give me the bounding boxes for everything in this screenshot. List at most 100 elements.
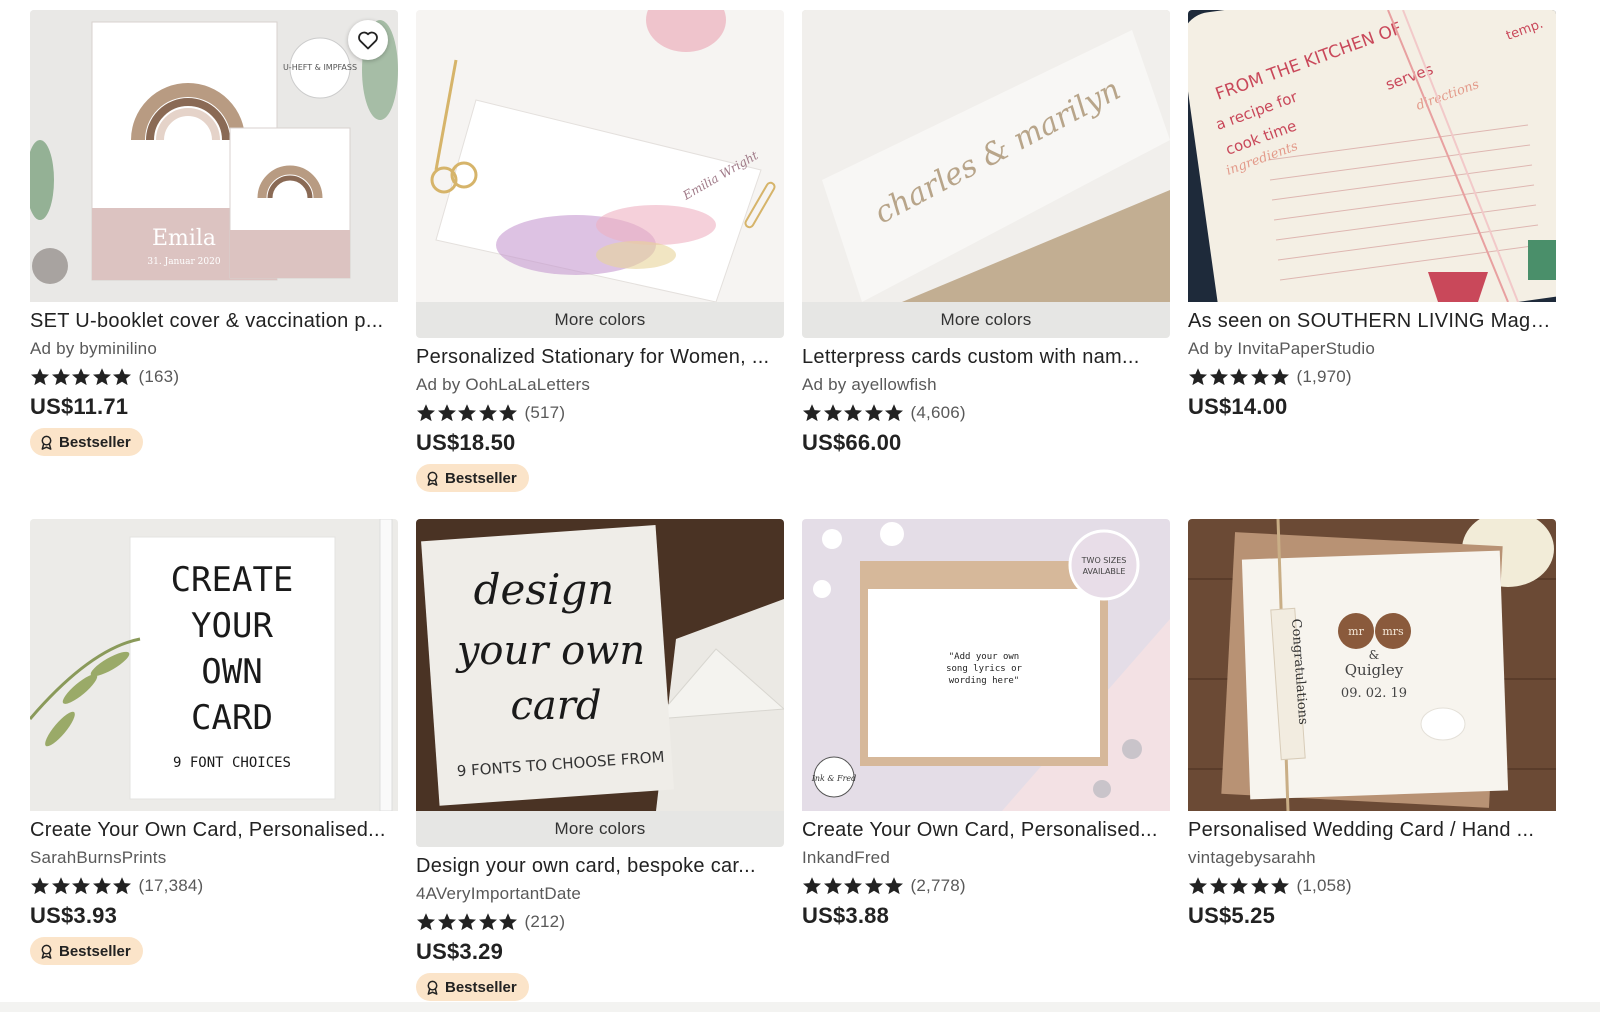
star-icon [478,404,497,422]
star-icon [499,913,517,931]
listing-shop: 4AVeryImportantDate [416,884,582,903]
award-ribbon-icon [41,944,52,959]
image-text-fonts: 9 FONT CHOICES [173,755,291,771]
star-icon [803,404,821,422]
listing-image-art: charles & marilyn [802,10,1170,302]
listing-rating: (17,384) [30,874,398,898]
review-count: (4,606) [910,403,966,422]
listing-title[interactable]: SET U-booklet cover & vaccination p... [30,308,398,334]
review-count: (163) [138,367,180,386]
more-colors-bar[interactable]: More colors [416,811,784,847]
listing-rating: (1,058) [1188,874,1556,898]
listing-title[interactable]: As seen on SOUTHERN LIVING Maga... [1188,308,1556,334]
star-icon [458,913,476,931]
image-text-date: 31. Januar 2020 [147,257,220,267]
star-icon [1189,368,1207,386]
more-colors-bar[interactable]: More colors [416,302,784,338]
star-icon [1189,877,1207,895]
listing-title[interactable]: Create Your Own Card, Personalised... [802,817,1170,843]
listing-card[interactable]: "Add your own song lyrics or wording her… [802,519,1170,929]
heart-outline-icon [358,31,378,50]
award-ribbon-icon [427,471,438,486]
listing-card[interactable]: Emila 31. Januar 2020 U-HEFT & IMPFASS S… [30,10,398,456]
listing-shop: InkandFred [802,848,890,867]
image-text-tag: U-HEFT & IMPFASS [283,63,357,72]
listing-image[interactable]: Emila 31. Januar 2020 U-HEFT & IMPFASS [30,10,398,302]
listing-card[interactable]: design your own card 9 FONTS TO CHOOSE F… [416,519,784,1001]
listing-image[interactable]: CREATE YOUR OWN CARD 9 FONT CHOICES [30,519,398,811]
bestseller-badge: Bestseller [416,464,529,492]
listing-rating: (517) [416,401,784,425]
star-icon [1250,877,1269,895]
star-icon [803,877,821,895]
star-rating [416,403,519,423]
image-text-line1: design [474,565,615,614]
listing-price: US$18.50 [416,430,516,455]
image-text-line2: YOUR [191,606,273,646]
star-icon [1209,368,1228,386]
listing-image[interactable]: Congratulations mr mrs & Quigley 09. 02.… [1188,519,1556,811]
listing-shop: vintagebysarahh [1188,848,1316,867]
image-text-line3: card [511,683,602,729]
image-text-sizes2: AVAILABLE [1083,567,1126,576]
image-text-date: 09. 02. 19 [1341,686,1407,701]
star-rating [416,912,519,932]
listing-image[interactable]: Emilia Wright [416,10,784,302]
listing-title[interactable]: Personalized Stationary for Women, ... [416,344,784,370]
star-rating [802,403,905,423]
star-icon [437,913,456,931]
listing-image[interactable]: FROM THE KITCHEN OF a recipe for cook ti… [1188,10,1556,302]
star-icon [499,404,517,422]
listing-image[interactable]: charles & marilyn [802,10,1170,302]
star-icon [72,877,90,895]
star-icon [823,404,842,422]
listing-image-art: design your own card 9 FONTS TO CHOOSE F… [416,519,784,811]
listing-rating: (163) [30,365,398,389]
listing-card[interactable]: CREATE YOUR OWN CARD 9 FONT CHOICES Crea… [30,519,398,965]
bestseller-badge: Bestseller [416,973,529,1001]
listing-shop: Ad by OohLaLaLetters [416,375,591,394]
review-count: (1,058) [1296,876,1352,895]
listing-image-art: CREATE YOUR OWN CARD 9 FONT CHOICES [30,519,398,811]
listing-card[interactable]: charles & marilyn More colors Letterpres… [802,10,1170,456]
listing-shop: Ad by byminilino [30,339,157,358]
bestseller-badge: Bestseller [30,428,143,456]
star-icon [864,404,883,422]
image-text-name: Emila [152,226,216,251]
badge-label: Bestseller [445,469,517,487]
star-icon [437,404,456,422]
star-icon [864,877,883,895]
listing-card[interactable]: Congratulations mr mrs & Quigley 09. 02.… [1188,519,1556,929]
listing-image[interactable]: design your own card 9 FONTS TO CHOOSE F… [416,519,784,811]
review-count: (212) [524,912,566,931]
listing-title[interactable]: Letterpress cards custom with nam... [802,344,1170,370]
image-text-line1: CREATE [171,560,294,600]
image-text-logo: Ink & Fred [811,774,857,783]
listing-title[interactable]: Personalised Wedding Card / Hand ... [1188,817,1556,843]
listing-card[interactable]: FROM THE KITCHEN OF a recipe for cook ti… [1188,10,1556,420]
listing-image[interactable]: "Add your own song lyrics or wording her… [802,519,1170,811]
listing-price: US$14.00 [1188,394,1288,419]
listing-title[interactable]: Design your own card, bespoke car... [416,853,784,879]
listing-rating: (4,606) [802,401,1170,425]
badge-label: Bestseller [445,978,517,996]
star-rating [30,367,133,387]
star-icon [417,913,435,931]
listing-image-art: Emila 31. Januar 2020 U-HEFT & IMPFASS [30,10,398,302]
star-icon [113,368,131,386]
image-text-line2: song lyrics or [946,664,1022,674]
listing-card[interactable]: Emilia Wright More colors Personalized S… [416,10,784,492]
star-icon [51,877,70,895]
image-text-line1: "Add your own [949,652,1019,662]
star-icon [1271,877,1289,895]
more-colors-bar[interactable]: More colors [802,302,1170,338]
favorite-button[interactable] [348,20,388,60]
listing-price: US$11.71 [30,394,129,419]
review-count: (2,778) [910,876,966,895]
star-icon [458,404,476,422]
star-icon [1250,368,1269,386]
image-text-line3: wording here" [949,676,1019,686]
badge-label: Bestseller [59,942,131,960]
listing-price: US$5.25 [1188,903,1276,928]
listing-title[interactable]: Create Your Own Card, Personalised... [30,817,398,843]
